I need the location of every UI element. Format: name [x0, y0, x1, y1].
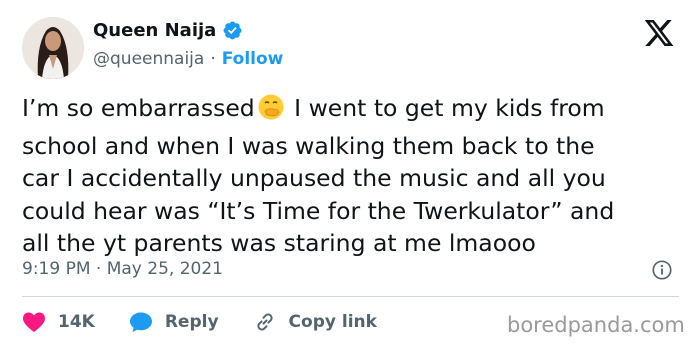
- x-logo-icon[interactable]: [642, 17, 676, 49]
- reply-label: Reply: [164, 312, 219, 332]
- follow-button[interactable]: Follow: [222, 49, 284, 69]
- heart-icon: [23, 312, 45, 332]
- author-display-name[interactable]: Queen Naija: [93, 20, 216, 41]
- link-icon: [256, 313, 273, 331]
- tweet-text-part-1: I’m so embarrassed: [22, 94, 255, 122]
- verified-badge-icon: [223, 21, 242, 40]
- like-count: 14K: [58, 312, 95, 332]
- reply-bubble-icon: [129, 312, 152, 332]
- like-button[interactable]: 14K: [22, 311, 95, 333]
- action-bar: 14K Reply Copy link: [22, 309, 411, 335]
- watermark: boredpanda.com: [507, 313, 685, 337]
- face-with-hand-over-mouth-emoji-icon: [257, 93, 285, 130]
- info-icon[interactable]: [651, 259, 673, 281]
- handle-separator: ·: [210, 49, 216, 69]
- tweet-text: I’m so embarrassed I went to get my kids…: [22, 92, 682, 260]
- tweet-timestamp[interactable]: 9:19 PM · May 25, 2021: [22, 259, 223, 279]
- copy-link-label: Copy link: [288, 312, 377, 332]
- author-name-row[interactable]: Queen Naija: [93, 20, 243, 41]
- author-handle[interactable]: @queennaija: [93, 49, 204, 69]
- reply-button[interactable]: Reply: [129, 311, 219, 333]
- avatar[interactable]: [22, 17, 84, 79]
- author-handle-row: @queennaija · Follow: [93, 49, 283, 69]
- divider: [22, 296, 679, 297]
- copy-link-button[interactable]: Copy link: [253, 310, 377, 334]
